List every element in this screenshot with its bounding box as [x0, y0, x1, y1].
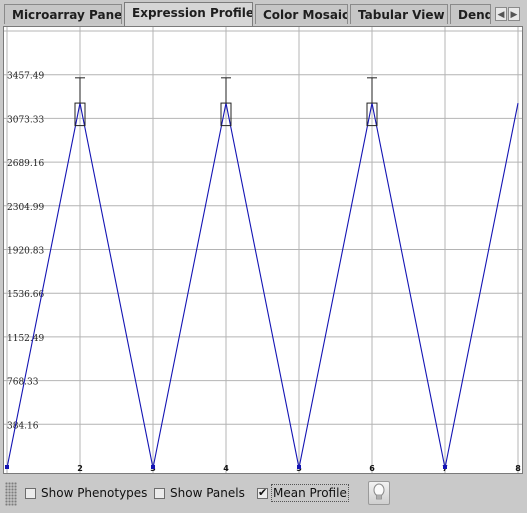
show-panels-label: Show Panels	[170, 486, 245, 500]
tab-color-mosaic[interactable]: Color Mosaic	[255, 4, 348, 24]
mean-profile-label: Mean Profile	[271, 484, 349, 502]
tab-microarray-panel[interactable]: Microarray Panel	[4, 4, 122, 24]
tab-tabular-view[interactable]: Tabular View	[350, 4, 448, 24]
chevron-left-icon[interactable]: ◀	[495, 7, 507, 21]
show-phenotypes-label: Show Phenotypes	[41, 486, 148, 500]
y-tick-label: 2304.99	[7, 203, 44, 213]
show-phenotypes-box[interactable]	[25, 487, 36, 499]
mean-profile-box[interactable]	[257, 486, 268, 499]
y-tick-label: 1920.83	[7, 247, 44, 257]
data-point	[151, 465, 155, 469]
x-tick-label: 2	[77, 464, 83, 473]
y-tick-label: 384.16	[7, 421, 39, 431]
y-tick-label: 1152.49	[7, 334, 44, 344]
y-tick-label: 3073.33	[7, 115, 44, 125]
y-tick-label: 3457.49	[7, 72, 44, 82]
chevron-right-icon[interactable]: ▶	[508, 7, 520, 21]
tab-dendrogram[interactable]: Dendr	[450, 4, 491, 24]
toolbar-grip-handle[interactable]	[5, 482, 17, 506]
tab-bar: Microarray Panel Expression Profiles Col…	[0, 0, 527, 26]
lightbulb-button[interactable]	[368, 481, 390, 505]
data-point	[443, 465, 447, 469]
x-tick-label: 6	[369, 464, 375, 473]
y-tick-label: 2689.16	[7, 159, 44, 169]
data-point	[297, 465, 301, 469]
data-point	[5, 465, 9, 469]
x-tick-label: 8	[515, 464, 521, 473]
series-line	[6, 102, 519, 469]
lightbulb-icon	[373, 483, 385, 500]
tab-expression-profiles[interactable]: Expression Profiles	[124, 2, 253, 26]
mean-profile-checkbox[interactable]: Mean Profile	[257, 484, 349, 502]
expression-profile-chart: 3457.49 3073.33 2689.16 2304.99 1920.83 1536.…	[4, 27, 522, 473]
show-phenotypes-checkbox[interactable]: Show Phenotypes	[25, 485, 147, 501]
x-tick-label: 4	[223, 464, 229, 473]
show-panels-box[interactable]	[154, 487, 165, 499]
y-tick-label: 1536.66	[7, 290, 44, 300]
show-panels-checkbox[interactable]: Show Panels	[154, 485, 245, 501]
